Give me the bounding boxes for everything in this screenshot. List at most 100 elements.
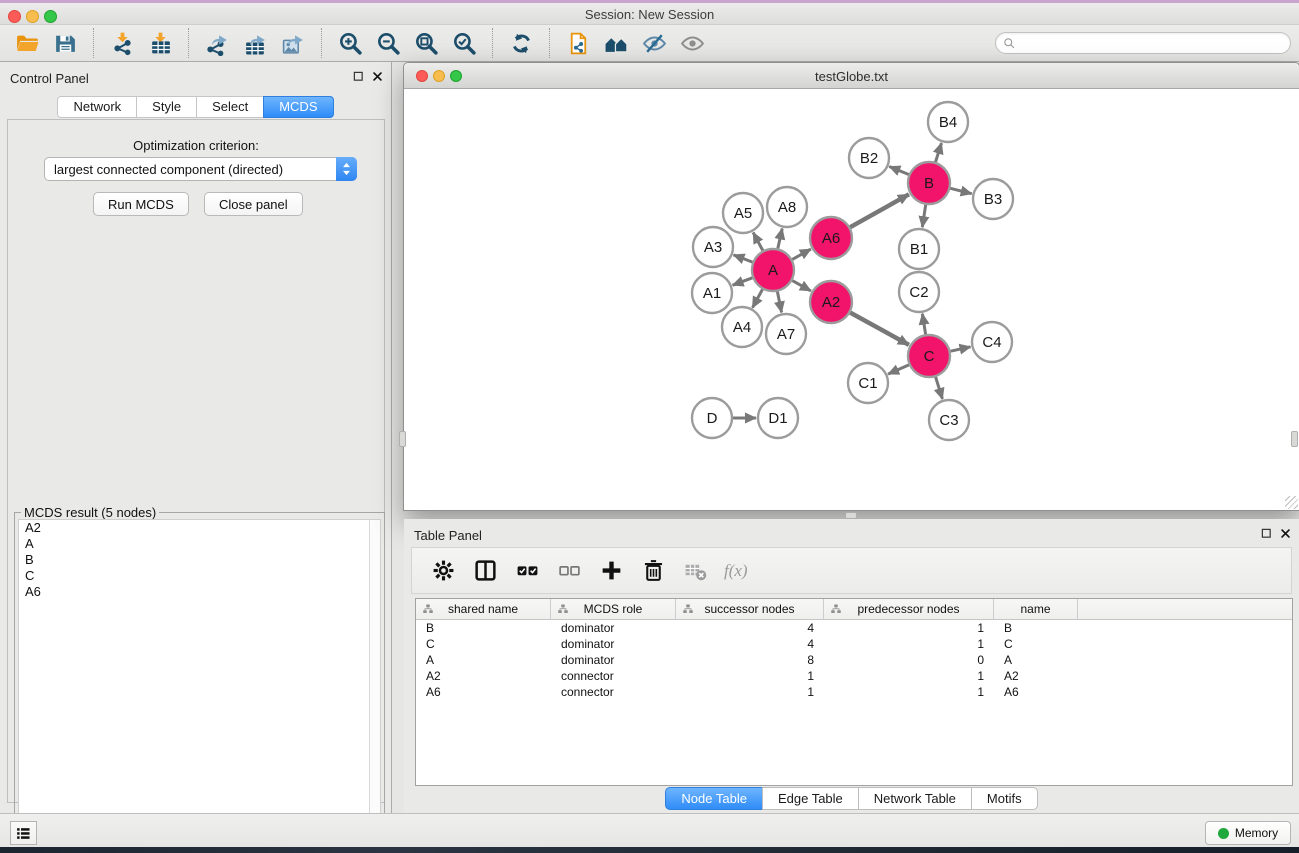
tab-node-table[interactable]: Node Table bbox=[665, 787, 763, 810]
search-input[interactable] bbox=[1017, 36, 1284, 50]
graph-edge-C-C1[interactable] bbox=[888, 365, 909, 374]
graph-node-A1[interactable]: A1 bbox=[692, 273, 732, 313]
first-neighbors-button[interactable] bbox=[600, 28, 632, 58]
tab-network-table[interactable]: Network Table bbox=[858, 787, 972, 810]
south-splitter-handle[interactable] bbox=[845, 512, 857, 519]
graph-node-B[interactable]: B bbox=[908, 162, 950, 204]
table-settings-button[interactable] bbox=[427, 556, 459, 586]
column-header-successor-nodes[interactable]: successor nodes bbox=[676, 599, 824, 619]
tab-motifs[interactable]: Motifs bbox=[971, 787, 1038, 810]
graph-edge-B-B4[interactable] bbox=[936, 143, 942, 162]
graph-edge-A-A5[interactable] bbox=[753, 233, 763, 251]
graph-edge-A-A3[interactable] bbox=[734, 255, 753, 262]
refresh-view-button[interactable] bbox=[505, 28, 537, 58]
result-list-scrollbar[interactable] bbox=[369, 520, 380, 852]
graph-node-B4[interactable]: B4 bbox=[928, 102, 968, 142]
graph-node-A6[interactable]: A6 bbox=[810, 217, 852, 259]
network-canvas[interactable]: B4 B2 B B3 A5 A8 A6 A3 B1 A A1 C2 A2 bbox=[405, 89, 1299, 510]
graph-edge-B-B1[interactable] bbox=[922, 205, 925, 227]
table-row[interactable]: Adominator80A bbox=[416, 652, 1292, 668]
graph-edge-A-A8[interactable] bbox=[778, 229, 782, 249]
export-network-button[interactable] bbox=[201, 28, 233, 58]
task-history-button[interactable] bbox=[10, 821, 37, 845]
graph-edge-A-A6[interactable] bbox=[792, 249, 811, 259]
graph-node-D1[interactable]: D1 bbox=[758, 398, 798, 438]
graph-node-D[interactable]: D bbox=[692, 398, 732, 438]
new-network-button[interactable] bbox=[562, 28, 594, 58]
import-table-button[interactable] bbox=[144, 28, 176, 58]
table-row[interactable]: A2connector11A2 bbox=[416, 668, 1292, 684]
function-builder-icon[interactable]: f(x) bbox=[724, 561, 748, 581]
column-visibility-button[interactable] bbox=[469, 556, 501, 586]
graph-node-A2[interactable]: A2 bbox=[810, 281, 852, 323]
graph-node-B3[interactable]: B3 bbox=[973, 179, 1013, 219]
graph-node-A7[interactable]: A7 bbox=[766, 314, 806, 354]
tab-network[interactable]: Network bbox=[57, 96, 137, 118]
graph-edge-C-C4[interactable] bbox=[951, 347, 971, 351]
close-panel-icon[interactable] bbox=[1280, 528, 1291, 539]
search-field[interactable] bbox=[995, 32, 1291, 54]
result-list-item[interactable]: A6 bbox=[19, 584, 380, 600]
delete-table-button[interactable] bbox=[679, 556, 711, 586]
graph-node-C3[interactable]: C3 bbox=[929, 400, 969, 440]
graph-edge-A-A1[interactable] bbox=[733, 278, 753, 285]
graph-edge-A6-B[interactable] bbox=[850, 194, 909, 227]
open-session-button[interactable] bbox=[11, 28, 43, 58]
window-resize-grip[interactable] bbox=[1285, 496, 1298, 509]
zoom-fit-button[interactable] bbox=[410, 28, 442, 58]
result-list-item[interactable]: A2 bbox=[19, 520, 380, 536]
tab-edge-table[interactable]: Edge Table bbox=[762, 787, 859, 810]
graph-edge-B-B2[interactable] bbox=[889, 167, 908, 175]
network-window-titlebar[interactable]: testGlobe.txt bbox=[404, 63, 1299, 89]
graph-edge-C-C2[interactable] bbox=[922, 314, 925, 335]
table-row[interactable]: Cdominator41C bbox=[416, 636, 1292, 652]
table-row[interactable]: Bdominator41B bbox=[416, 620, 1292, 636]
graph-edge-C-C3[interactable] bbox=[936, 377, 943, 399]
graph-node-C[interactable]: C bbox=[908, 335, 950, 377]
add-row-button[interactable] bbox=[595, 556, 627, 586]
result-list-item[interactable]: B bbox=[19, 552, 380, 568]
export-image-button[interactable] bbox=[277, 28, 309, 58]
graph-edge-A2-C[interactable] bbox=[850, 313, 909, 345]
graph-edge-B-B3[interactable] bbox=[950, 188, 971, 193]
graph-node-C2[interactable]: C2 bbox=[899, 272, 939, 312]
column-header-MCDS-role[interactable]: MCDS role bbox=[551, 599, 676, 619]
graph-node-A5[interactable]: A5 bbox=[723, 193, 763, 233]
graph-node-C4[interactable]: C4 bbox=[972, 322, 1012, 362]
tab-select[interactable]: Select bbox=[196, 96, 264, 118]
zoom-out-button[interactable] bbox=[372, 28, 404, 58]
graph-node-C1[interactable]: C1 bbox=[848, 363, 888, 403]
east-splitter-handle[interactable] bbox=[1291, 431, 1298, 447]
node-table[interactable]: shared name MCDS role successor nodes pr… bbox=[415, 598, 1293, 786]
zoom-selected-button[interactable] bbox=[448, 28, 480, 58]
hide-graphics-details-button[interactable] bbox=[638, 28, 670, 58]
graph-node-A3[interactable]: A3 bbox=[693, 227, 733, 267]
graph-node-A8[interactable]: A8 bbox=[767, 187, 807, 227]
run-mcds-button[interactable]: Run MCDS bbox=[93, 192, 189, 216]
result-list-item[interactable]: C bbox=[19, 568, 380, 584]
float-panel-icon[interactable] bbox=[353, 71, 364, 82]
mcds-result-list[interactable]: A2ABCA6 bbox=[18, 519, 381, 853]
memory-button[interactable]: Memory bbox=[1205, 821, 1291, 845]
graph-node-A[interactable]: A bbox=[752, 249, 794, 291]
graph-node-A4[interactable]: A4 bbox=[722, 307, 762, 347]
delete-row-button[interactable] bbox=[637, 556, 669, 586]
column-header-shared-name[interactable]: shared name bbox=[416, 599, 551, 619]
column-header-predecessor-nodes[interactable]: predecessor nodes bbox=[824, 599, 994, 619]
table-row[interactable]: A6connector11A6 bbox=[416, 684, 1292, 700]
float-panel-icon[interactable] bbox=[1261, 528, 1272, 539]
graph-edge-A-A7[interactable] bbox=[777, 292, 781, 313]
close-panel-icon[interactable] bbox=[372, 71, 383, 82]
west-splitter-handle[interactable] bbox=[399, 431, 406, 447]
save-session-button[interactable] bbox=[49, 28, 81, 58]
graph-edge-A-A4[interactable] bbox=[753, 289, 763, 307]
zoom-in-button[interactable] bbox=[334, 28, 366, 58]
import-network-button[interactable] bbox=[106, 28, 138, 58]
graph-node-B1[interactable]: B1 bbox=[899, 229, 939, 269]
export-table-button[interactable] bbox=[239, 28, 271, 58]
tab-mcds[interactable]: MCDS bbox=[263, 96, 333, 118]
network-graph[interactable]: B4 B2 B B3 A5 A8 A6 A3 B1 A A1 C2 A2 bbox=[405, 89, 1299, 510]
column-header-name[interactable]: name bbox=[994, 599, 1078, 619]
graph-node-B2[interactable]: B2 bbox=[849, 138, 889, 178]
graph-edge-A-A2[interactable] bbox=[792, 281, 811, 291]
